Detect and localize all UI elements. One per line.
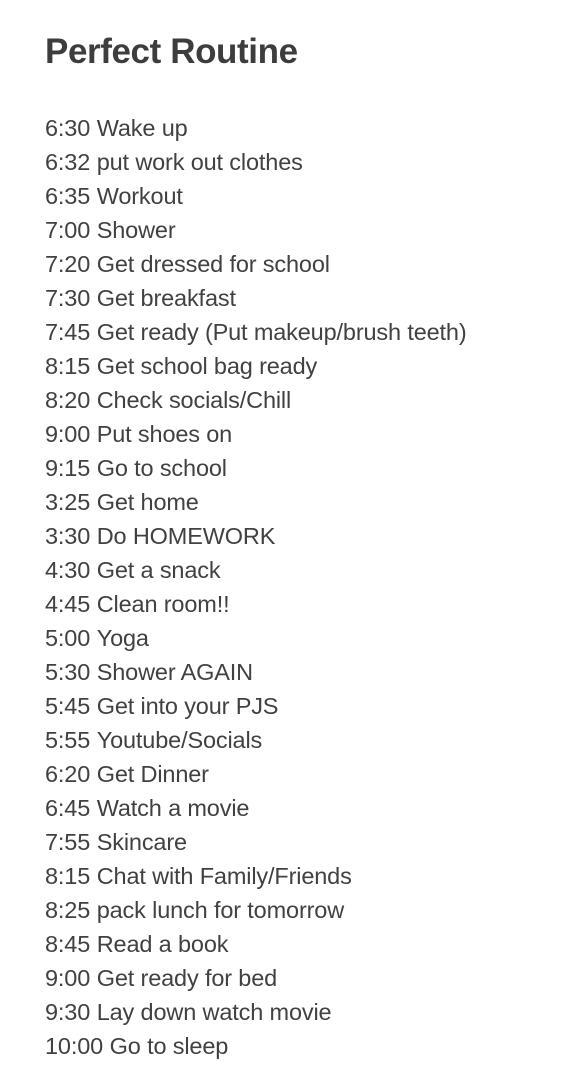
routine-item-activity: Skincare [96, 829, 187, 855]
routine-item-time: 4:45 [45, 591, 91, 617]
routine-item-time: 5:45 [45, 693, 91, 719]
routine-item-time: 8:15 [45, 863, 91, 889]
list-item: 4:30 Get a snack [45, 553, 564, 587]
routine-item-time: 6:30 [45, 115, 91, 141]
routine-item-time: 8:25 [45, 897, 91, 923]
list-item: 8:25 pack lunch for tomorrow [45, 893, 564, 927]
routine-item-time: 5:55 [45, 727, 91, 753]
list-item: 8:45 Read a book [45, 927, 564, 961]
routine-item-activity: Wake up [96, 115, 188, 141]
routine-item-activity: Lay down watch movie [96, 999, 332, 1025]
routine-item-time: 8:45 [45, 931, 91, 957]
routine-item-activity: Get ready (Put makeup/brush teeth) [96, 319, 467, 345]
list-item: 9:00 Get ready for bed [45, 961, 564, 995]
routine-item-activity: Do HOMEWORK [96, 523, 276, 549]
list-item: 8:15 Get school bag ready [45, 349, 564, 383]
list-item: 5:45 Get into your PJS [45, 689, 564, 723]
routine-item-time: 9:15 [45, 455, 91, 481]
list-item: 9:30 Lay down watch movie [45, 995, 564, 1029]
routine-item-time: 5:00 [45, 625, 91, 651]
routine-item-time: 4:30 [45, 557, 91, 583]
list-item: 5:00 Yoga [45, 621, 564, 655]
routine-item-time: 10:00 [45, 1033, 104, 1059]
list-item: 8:20 Check socials/Chill [45, 383, 564, 417]
routine-item-activity: Get into your PJS [96, 693, 279, 719]
routine-item-activity: Chat with Family/Friends [96, 863, 352, 889]
routine-item-time: 6:20 [45, 761, 91, 787]
routine-item-activity: Get ready for bed [96, 965, 278, 991]
list-item: 10:00 Go to sleep [45, 1029, 564, 1063]
routine-item-activity: Watch a movie [96, 795, 250, 821]
routine-item-time: 7:45 [45, 319, 91, 345]
routine-item-time: 9:00 [45, 965, 91, 991]
routine-item-time: 9:00 [45, 421, 91, 447]
routine-item-activity: Get dressed for school [96, 251, 330, 277]
routine-item-activity: Youtube/Socials [96, 727, 263, 753]
routine-item-activity: Yoga [96, 625, 149, 651]
list-item: 5:30 Shower AGAIN [45, 655, 564, 689]
list-item: 9:15 Go to school [45, 451, 564, 485]
list-item: 7:00 Shower [45, 213, 564, 247]
routine-item-time: 5:30 [45, 659, 91, 685]
routine-item-activity: Get Dinner [96, 761, 209, 787]
routine-item-time: 6:35 [45, 183, 91, 209]
routine-item-activity: Get home [96, 489, 199, 515]
routine-item-time: 8:20 [45, 387, 91, 413]
list-item: 9:00 Put shoes on [45, 417, 564, 451]
routine-item-activity: Clean room!! [96, 591, 230, 617]
routine-item-time: 7:20 [45, 251, 91, 277]
routine-item-activity: Put shoes on [96, 421, 233, 447]
list-item: 6:35 Workout [45, 179, 564, 213]
list-item: 6:20 Get Dinner [45, 757, 564, 791]
routine-item-time: 9:30 [45, 999, 91, 1025]
routine-item-activity: Shower [96, 217, 176, 243]
routine-item-activity: Get school bag ready [96, 353, 318, 379]
routine-item-activity: Go to school [96, 455, 227, 481]
routine-item-activity: pack lunch for tomorrow [96, 897, 345, 923]
routine-item-activity: Get breakfast [96, 285, 236, 311]
routine-item-activity: Check socials/Chill [96, 387, 292, 413]
list-item: 6:30 Wake up [45, 111, 564, 145]
list-item: 7:55 Skincare [45, 825, 564, 859]
routine-item-activity: Workout [96, 183, 183, 209]
routine-item-time: 6:32 [45, 149, 91, 175]
routine-item-time: 7:55 [45, 829, 91, 855]
list-item: 6:32 put work out clothes [45, 145, 564, 179]
page-title: Perfect Routine [45, 32, 298, 71]
list-item: 4:45 Clean room!! [45, 587, 564, 621]
list-item: 8:15 Chat with Family/Friends [45, 859, 564, 893]
routine-item-time: 3:30 [45, 523, 91, 549]
routine-item-activity: Go to sleep [109, 1033, 229, 1059]
list-item: 6:45 Watch a movie [45, 791, 564, 825]
list-item: 7:45 Get ready (Put makeup/brush teeth) [45, 315, 564, 349]
routine-item-time: 7:30 [45, 285, 91, 311]
routine-document-page: Perfect Routine 6:30 Wake up 6:32 put work … [0, 0, 572, 1092]
routine-item-time: 8:15 [45, 353, 91, 379]
list-item: 7:20 Get dressed for school [45, 247, 564, 281]
list-item: 7:30 Get breakfast [45, 281, 564, 315]
list-item: 3:30 Do HOMEWORK [45, 519, 564, 553]
list-item: 5:55 Youtube/Socials [45, 723, 564, 757]
list-item: 3:25 Get home [45, 485, 564, 519]
routine-item-activity: Shower AGAIN [96, 659, 253, 685]
routine-schedule-list: 6:30 Wake up 6:32 put work out clothes 6:35 W… [45, 111, 564, 1063]
routine-item-time: 7:00 [45, 217, 91, 243]
routine-item-time: 3:25 [45, 489, 91, 515]
routine-item-time: 6:45 [45, 795, 91, 821]
routine-item-activity: Read a book [96, 931, 229, 957]
routine-item-activity: Get a snack [96, 557, 221, 583]
routine-item-activity: put work out clothes [96, 149, 303, 175]
